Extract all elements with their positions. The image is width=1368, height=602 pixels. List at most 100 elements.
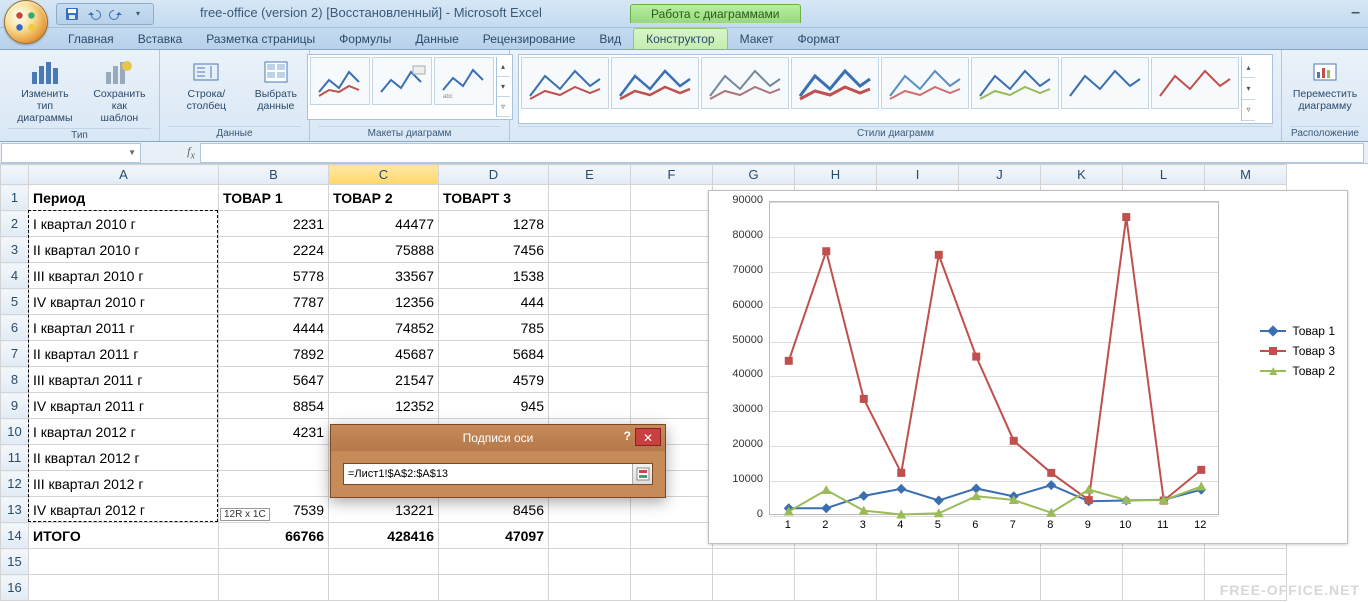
cell[interactable]: 45687 (329, 341, 439, 367)
cell[interactable]: III квартал 2011 г (29, 367, 219, 393)
row-header[interactable]: 2 (1, 211, 29, 237)
layout-thumb[interactable] (310, 57, 370, 105)
dialog-titlebar[interactable]: Подписи оси ? ✕ (331, 425, 665, 451)
style-thumb[interactable] (701, 57, 789, 109)
help-icon[interactable]: ? (624, 429, 631, 443)
worksheet-grid[interactable]: ABCDEFGHIJKLM 1ПериодТОВАР 1ТОВАР 2ТОВАР… (0, 164, 1368, 602)
cell[interactable] (795, 549, 877, 575)
cell[interactable]: 2231 (219, 211, 329, 237)
column-header[interactable]: D (439, 165, 549, 185)
cell[interactable] (329, 575, 439, 601)
cell[interactable] (713, 575, 795, 601)
row-header[interactable]: 1 (1, 185, 29, 211)
cell[interactable] (219, 549, 329, 575)
cell[interactable] (219, 575, 329, 601)
cell[interactable] (219, 471, 329, 497)
cell[interactable] (631, 289, 713, 315)
cell[interactable] (549, 185, 631, 211)
cell[interactable] (631, 497, 713, 523)
cell[interactable] (877, 549, 959, 575)
close-icon[interactable]: ✕ (635, 428, 661, 446)
row-header[interactable]: 5 (1, 289, 29, 315)
row-header[interactable]: 10 (1, 419, 29, 445)
cell[interactable]: 8456 (439, 497, 549, 523)
cell[interactable]: ТОВАР 1 (219, 185, 329, 211)
cell[interactable]: 1538 (439, 263, 549, 289)
cell[interactable]: 4579 (439, 367, 549, 393)
gallery-scroll[interactable]: ▴▾▿ (1241, 57, 1255, 121)
cell[interactable]: 5647 (219, 367, 329, 393)
cell[interactable]: 7892 (219, 341, 329, 367)
cell[interactable] (795, 575, 877, 601)
row-header[interactable]: 7 (1, 341, 29, 367)
cell[interactable] (549, 523, 631, 549)
cell[interactable] (1123, 575, 1205, 601)
cell[interactable]: III квартал 2010 г (29, 263, 219, 289)
cell[interactable] (959, 575, 1041, 601)
row-header[interactable]: 12 (1, 471, 29, 497)
save-icon[interactable] (63, 5, 81, 23)
cell[interactable]: 44477 (329, 211, 439, 237)
cell[interactable] (549, 341, 631, 367)
column-header[interactable]: I (877, 165, 959, 185)
row-header[interactable]: 8 (1, 367, 29, 393)
cell[interactable] (549, 497, 631, 523)
chart-layouts-gallery[interactable]: abc ▴▾▿ (307, 54, 513, 120)
cell[interactable] (549, 549, 631, 575)
fx-icon[interactable]: fx (182, 144, 200, 161)
range-input[interactable] (344, 464, 632, 484)
cell[interactable] (439, 575, 549, 601)
cell[interactable]: 5684 (439, 341, 549, 367)
tab-page-layout[interactable]: Разметка страницы (194, 29, 327, 49)
name-box[interactable]: ▼ (1, 143, 141, 163)
layout-thumb[interactable] (372, 57, 432, 105)
column-header[interactable]: H (795, 165, 877, 185)
cell[interactable]: II квартал 2011 г (29, 341, 219, 367)
cell[interactable] (549, 393, 631, 419)
move-chart-button[interactable]: Переместить диаграмму (1289, 54, 1361, 114)
column-header[interactable]: K (1041, 165, 1123, 185)
style-thumb[interactable] (881, 57, 969, 109)
tab-format[interactable]: Формат (786, 29, 853, 49)
tab-formulas[interactable]: Формулы (327, 29, 403, 49)
column-header[interactable]: M (1205, 165, 1287, 185)
qat-dropdown-icon[interactable]: ▾ (129, 5, 147, 23)
cell[interactable] (1205, 549, 1287, 575)
cell[interactable] (329, 549, 439, 575)
row-header[interactable]: 11 (1, 445, 29, 471)
cell[interactable]: 428416 (329, 523, 439, 549)
axis-labels-dialog[interactable]: Подписи оси ? ✕ (330, 424, 666, 498)
tab-design[interactable]: Конструктор (633, 28, 727, 49)
cell[interactable]: 13221 (329, 497, 439, 523)
cell[interactable]: 8854 (219, 393, 329, 419)
cell[interactable] (631, 185, 713, 211)
tab-insert[interactable]: Вставка (126, 29, 195, 49)
column-header[interactable]: J (959, 165, 1041, 185)
column-header[interactable]: C (329, 165, 439, 185)
cell[interactable]: 444 (439, 289, 549, 315)
row-header[interactable]: 3 (1, 237, 29, 263)
cell[interactable]: II квартал 2012 г (29, 445, 219, 471)
chart-styles-gallery[interactable]: ▴▾▿ (518, 54, 1273, 124)
cell[interactable] (549, 237, 631, 263)
style-thumb[interactable] (791, 57, 879, 109)
row-header[interactable]: 6 (1, 315, 29, 341)
cell[interactable]: 66766 (219, 523, 329, 549)
cell[interactable]: II квартал 2010 г (29, 237, 219, 263)
row-header[interactable]: 9 (1, 393, 29, 419)
tab-data[interactable]: Данные (403, 29, 470, 49)
cell[interactable]: IV квартал 2010 г (29, 289, 219, 315)
cell[interactable]: 74852 (329, 315, 439, 341)
cell[interactable] (631, 367, 713, 393)
cell[interactable] (1041, 575, 1123, 601)
change-chart-type-button[interactable]: Изменить тип диаграммы (8, 54, 82, 126)
cell[interactable] (631, 575, 713, 601)
cell[interactable] (1123, 549, 1205, 575)
chevron-down-icon[interactable]: ▼ (128, 148, 136, 157)
column-header[interactable]: E (549, 165, 631, 185)
row-header[interactable]: 4 (1, 263, 29, 289)
minimize-icon[interactable]: – (1351, 4, 1360, 22)
formula-input[interactable] (200, 143, 1364, 163)
save-as-template-button[interactable]: Сохранить как шаблон (88, 54, 151, 126)
cell[interactable]: 4231 (219, 419, 329, 445)
